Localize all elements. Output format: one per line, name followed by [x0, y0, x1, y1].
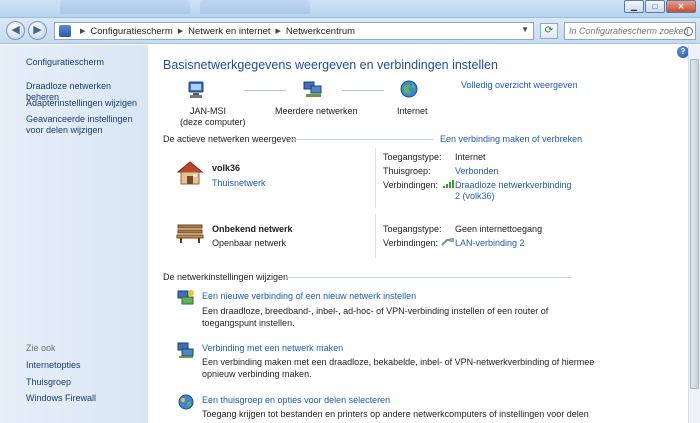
- multiple-networks-label: Meerdere netwerken: [275, 106, 358, 116]
- control-panel-icon: [59, 25, 71, 37]
- home-network-icon: [176, 161, 204, 185]
- breadcrumb-network-internet[interactable]: Netwerk en internet: [188, 26, 270, 37]
- task-connect-network-link[interactable]: Verbinding met een netwerk maken: [202, 343, 343, 353]
- sidebar-item-internet-options[interactable]: Internetopties: [26, 360, 144, 371]
- network-name: Onbekend netwerk: [212, 224, 293, 234]
- section-divider: [286, 277, 572, 278]
- sidebar-item-homegroup[interactable]: Thuisgroep: [26, 377, 144, 388]
- minimize-button[interactable]: ▁: [624, 0, 644, 13]
- address-dropdown-icon[interactable]: ▼: [521, 25, 529, 34]
- sidebar-item-control-panel-home[interactable]: Configuratiescherm: [26, 57, 144, 68]
- wireless-connection-link[interactable]: Draadloze netwerkverbinding: [455, 180, 572, 190]
- section-divider: [290, 139, 434, 140]
- task-homegroup-link[interactable]: Een thuisgroep en opties voor delen sele…: [202, 395, 390, 405]
- homegroup-label: Thuisgroep:: [383, 166, 431, 176]
- close-button[interactable]: ✕: [666, 0, 696, 13]
- sidebar-item-windows-firewall[interactable]: Windows Firewall: [26, 393, 144, 404]
- wireless-connection-link-line2[interactable]: 2 (volk36): [455, 191, 495, 201]
- task-connect-network-desc-line2: opnieuw verbinding maken.: [202, 369, 312, 379]
- internet-globe-icon: [400, 80, 418, 98]
- search-input[interactable]: [564, 22, 696, 40]
- see-also-header: Zie ook: [26, 343, 56, 353]
- window-titlebar: ▁ □ ✕: [0, 0, 700, 18]
- network-type-link[interactable]: Thuisnetwerk: [212, 178, 266, 188]
- new-connection-icon: [177, 290, 194, 305]
- active-networks-header: De actieve netwerken weergeven: [163, 134, 297, 144]
- computer-icon: [188, 81, 204, 98]
- homegroup-status-link[interactable]: Verbonden: [455, 166, 499, 176]
- lan-cable-icon: [441, 238, 454, 246]
- sidebar-item-advanced-sharing[interactable]: Geavanceerde instellingen voor delen wij…: [26, 114, 144, 136]
- access-type-label: Toegangstype:: [383, 224, 442, 234]
- blurred-tab: [60, 0, 190, 14]
- connect-network-icon: [177, 342, 194, 358]
- full-map-link[interactable]: Volledig overzicht weergeven: [461, 80, 578, 90]
- computer-sub-label: (deze computer): [180, 117, 246, 127]
- change-settings-header: De netwerkinstellingen wijzigen: [163, 272, 289, 282]
- search-icon[interactable]: [684, 27, 693, 36]
- connect-disconnect-link[interactable]: Een verbinding maken of verbreken: [440, 134, 582, 144]
- computer-name: JAN-MSI: [190, 106, 226, 116]
- refresh-icon: ⟳: [544, 25, 554, 36]
- task-connect-network-desc: Een verbinding maken met een draadloze, …: [202, 357, 595, 367]
- refresh-button[interactable]: ⟳: [540, 23, 558, 39]
- window-controls: ▁ □ ✕: [623, 0, 696, 13]
- homegroup-icon: [178, 394, 194, 410]
- network-divider: [375, 214, 376, 258]
- map-link-line: [244, 90, 286, 91]
- network-type: Openbaar netwerk: [212, 238, 287, 248]
- navigation-bar: ◀ ▶ ▶ Configuratiescherm ▶ Netwerk en in…: [0, 18, 700, 44]
- network-divider: [375, 148, 376, 208]
- breadcrumb-network-center[interactable]: Netwerkcentrum: [286, 26, 355, 37]
- task-new-connection-link[interactable]: Een nieuwe verbinding of een nieuw netwe…: [202, 291, 416, 301]
- page-title: Basisnetwerkgegevens weergeven en verbin…: [163, 58, 498, 72]
- wireless-signal-icon: [443, 180, 454, 188]
- scrollbar-thumb[interactable]: [690, 59, 699, 389]
- forward-button[interactable]: ▶: [28, 21, 47, 40]
- breadcrumb-separator-icon[interactable]: ▶: [80, 27, 85, 35]
- address-bar[interactable]: ▶ Configuratiescherm ▶ Netwerk en intern…: [54, 22, 534, 40]
- access-type-value: Geen internettoegang: [455, 224, 543, 234]
- maximize-button[interactable]: □: [645, 0, 665, 13]
- connections-label: Verbindingen:: [383, 238, 439, 248]
- breadcrumb-separator-icon[interactable]: ▶: [276, 27, 281, 35]
- access-type-value: Internet: [455, 152, 486, 162]
- internet-label: Internet: [397, 106, 428, 116]
- back-arrow-icon: ◀: [11, 24, 20, 36]
- network-name: volk36: [212, 163, 241, 173]
- blurred-tab: [200, 0, 310, 14]
- forward-arrow-icon: ▶: [33, 24, 42, 36]
- lan-connection-link[interactable]: LAN-verbinding 2: [455, 238, 525, 248]
- public-network-bench-icon: [176, 224, 204, 243]
- multiple-networks-icon: [303, 81, 322, 97]
- sidebar: Configuratiescherm Draadloze netwerken b…: [0, 45, 148, 423]
- connections-label: Verbindingen:: [383, 180, 439, 190]
- task-new-connection-desc-line2: toegangspunt instellen.: [202, 318, 295, 328]
- back-button[interactable]: ◀: [6, 21, 25, 40]
- breadcrumb-control-panel[interactable]: Configuratiescherm: [90, 26, 172, 37]
- task-new-connection-desc: Een draadloze, breedband-, inbel-, ad-ho…: [202, 306, 549, 316]
- sidebar-item-adapter-settings[interactable]: Adapterinstellingen wijzigen: [26, 98, 144, 109]
- breadcrumb-separator-icon[interactable]: ▶: [178, 27, 183, 35]
- vertical-scrollbar[interactable]: [688, 45, 700, 423]
- access-type-label: Toegangstype:: [383, 152, 442, 162]
- task-homegroup-desc: Toegang krijgen tot bestanden en printer…: [202, 409, 589, 419]
- map-link-line: [342, 90, 384, 91]
